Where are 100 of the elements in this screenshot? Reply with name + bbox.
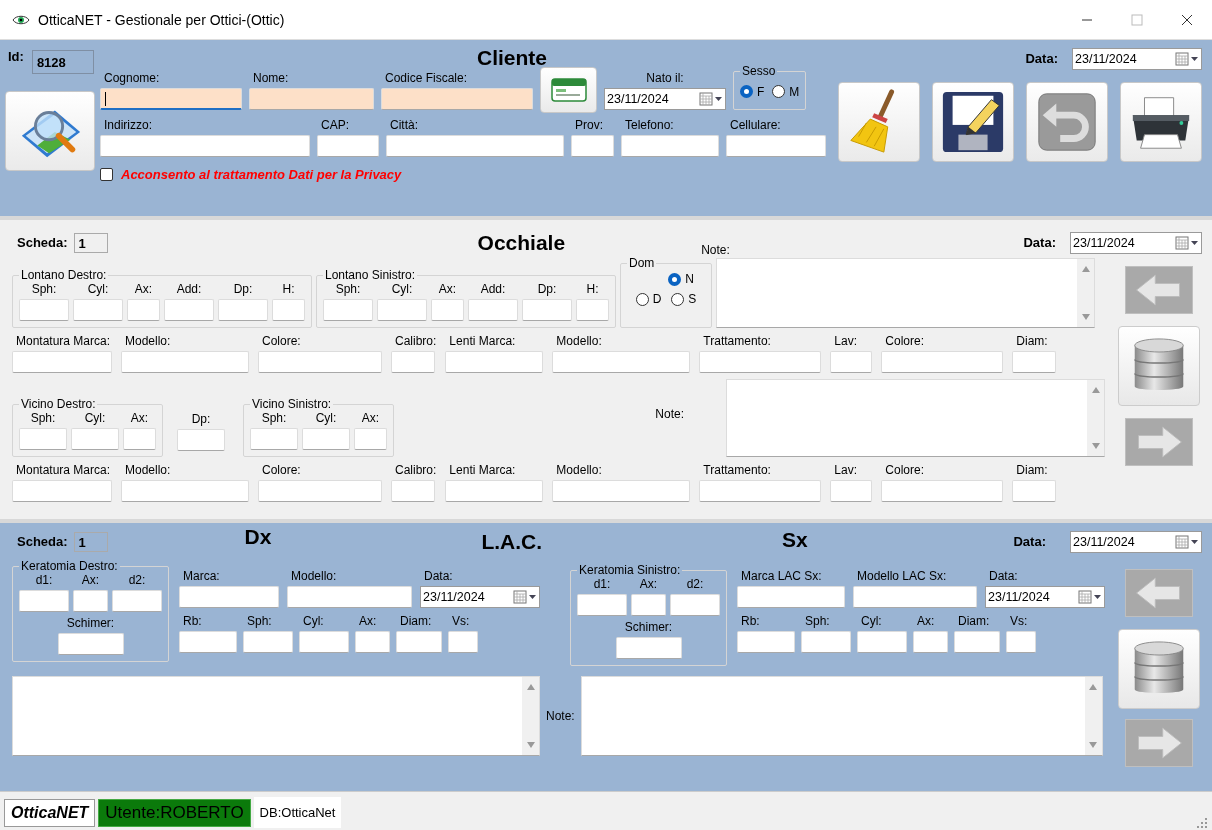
text-field[interactable] bbox=[73, 299, 123, 321]
notes-field[interactable] bbox=[580, 676, 1103, 756]
text-field[interactable] bbox=[112, 590, 162, 612]
text-field[interactable] bbox=[123, 428, 156, 450]
text-field[interactable] bbox=[386, 135, 564, 157]
text-field[interactable] bbox=[302, 428, 350, 450]
save-button[interactable] bbox=[932, 82, 1014, 162]
previous-button[interactable] bbox=[1124, 569, 1193, 617]
next-button[interactable] bbox=[1124, 719, 1193, 767]
text-field[interactable] bbox=[881, 480, 1004, 502]
text-field[interactable] bbox=[179, 586, 279, 608]
card-button[interactable] bbox=[540, 67, 597, 113]
text-field[interactable] bbox=[19, 299, 69, 321]
text-field[interactable] bbox=[396, 631, 442, 653]
text-field[interactable] bbox=[249, 88, 374, 110]
search-button[interactable] bbox=[5, 91, 95, 171]
text-field[interactable] bbox=[615, 637, 682, 659]
text-field[interactable] bbox=[552, 351, 691, 373]
text-field[interactable] bbox=[71, 428, 119, 450]
text-field[interactable] bbox=[830, 480, 873, 502]
text-field[interactable] bbox=[299, 631, 349, 653]
date-picker[interactable]: 23/11/2024 bbox=[420, 586, 540, 608]
text-field[interactable] bbox=[1012, 351, 1057, 373]
text-field[interactable] bbox=[391, 351, 435, 373]
text-field[interactable] bbox=[830, 351, 873, 373]
text-field[interactable] bbox=[317, 135, 379, 157]
text-field[interactable] bbox=[127, 299, 160, 321]
text-field[interactable] bbox=[737, 631, 795, 653]
text-field[interactable] bbox=[381, 88, 533, 110]
text-field[interactable] bbox=[576, 299, 609, 321]
text-field[interactable] bbox=[1006, 631, 1036, 653]
scrollbar[interactable] bbox=[1077, 259, 1094, 327]
text-field[interactable] bbox=[250, 428, 298, 450]
text-field[interactable] bbox=[522, 299, 572, 321]
text-field[interactable] bbox=[258, 480, 382, 502]
text-field[interactable] bbox=[631, 594, 666, 616]
text-field[interactable] bbox=[853, 586, 977, 608]
text-field[interactable] bbox=[445, 351, 544, 373]
undo-button[interactable] bbox=[1026, 82, 1108, 162]
text-field[interactable] bbox=[571, 135, 614, 157]
text-field[interactable] bbox=[377, 299, 427, 321]
previous-button[interactable] bbox=[1124, 266, 1193, 314]
text-field[interactable] bbox=[121, 480, 249, 502]
text-field[interactable] bbox=[954, 631, 1000, 653]
notes-field[interactable] bbox=[726, 379, 1105, 457]
text-field[interactable] bbox=[243, 631, 293, 653]
notes-field[interactable] bbox=[12, 676, 540, 756]
text-field[interactable] bbox=[179, 631, 237, 653]
database-button[interactable] bbox=[1117, 629, 1200, 709]
text-field[interactable] bbox=[913, 631, 948, 653]
text-field[interactable] bbox=[121, 351, 249, 373]
text-field[interactable] bbox=[1012, 480, 1057, 502]
scrollbar[interactable] bbox=[1084, 677, 1102, 755]
text-field[interactable] bbox=[287, 586, 412, 608]
text-field[interactable] bbox=[699, 351, 822, 373]
text-field[interactable] bbox=[857, 631, 907, 653]
text-field[interactable] bbox=[354, 428, 387, 450]
text-field[interactable] bbox=[272, 299, 305, 321]
text-field[interactable] bbox=[431, 299, 464, 321]
text-field[interactable] bbox=[801, 631, 851, 653]
next-button[interactable] bbox=[1124, 418, 1193, 466]
text-field[interactable] bbox=[12, 480, 112, 502]
database-button[interactable] bbox=[1117, 326, 1200, 406]
text-field[interactable] bbox=[177, 429, 225, 451]
text-field[interactable] bbox=[100, 135, 310, 157]
date-picker[interactable]: 23/11/2024 bbox=[1070, 232, 1202, 254]
date-picker[interactable]: 23/11/2024 bbox=[1072, 48, 1202, 70]
date-picker[interactable]: 23/11/2024 bbox=[1070, 531, 1202, 553]
text-field[interactable] bbox=[726, 135, 826, 157]
text-field[interactable] bbox=[164, 299, 214, 321]
text-field[interactable] bbox=[577, 594, 627, 616]
text-field[interactable] bbox=[57, 633, 124, 655]
scrollbar[interactable] bbox=[522, 677, 539, 755]
text-field[interactable] bbox=[391, 480, 435, 502]
text-field[interactable] bbox=[445, 480, 544, 502]
notes-field[interactable] bbox=[716, 258, 1095, 328]
text-field[interactable] bbox=[323, 299, 373, 321]
scrollbar[interactable] bbox=[1087, 380, 1104, 456]
date-picker[interactable]: 23/11/2024 bbox=[985, 586, 1105, 608]
text-field[interactable] bbox=[468, 299, 518, 321]
text-field[interactable] bbox=[73, 590, 108, 612]
text-field[interactable] bbox=[552, 480, 691, 502]
text-field[interactable] bbox=[737, 586, 845, 608]
radio-button[interactable]: M bbox=[772, 84, 800, 99]
text-field[interactable] bbox=[19, 428, 67, 450]
radio-button[interactable]: F bbox=[740, 84, 765, 99]
text-field[interactable] bbox=[258, 351, 382, 373]
text-field[interactable] bbox=[699, 480, 822, 502]
print-button[interactable] bbox=[1120, 82, 1202, 162]
text-field[interactable] bbox=[670, 594, 720, 616]
date-picker[interactable]: 23/11/2024 bbox=[604, 88, 726, 110]
clear-button[interactable] bbox=[838, 82, 920, 162]
text-field[interactable] bbox=[100, 88, 242, 110]
text-field[interactable] bbox=[355, 631, 390, 653]
text-field[interactable] bbox=[218, 299, 268, 321]
text-field[interactable] bbox=[621, 135, 719, 157]
text-field[interactable] bbox=[19, 590, 69, 612]
text-field[interactable] bbox=[881, 351, 1004, 373]
text-field[interactable] bbox=[448, 631, 478, 653]
text-field[interactable] bbox=[12, 351, 112, 373]
